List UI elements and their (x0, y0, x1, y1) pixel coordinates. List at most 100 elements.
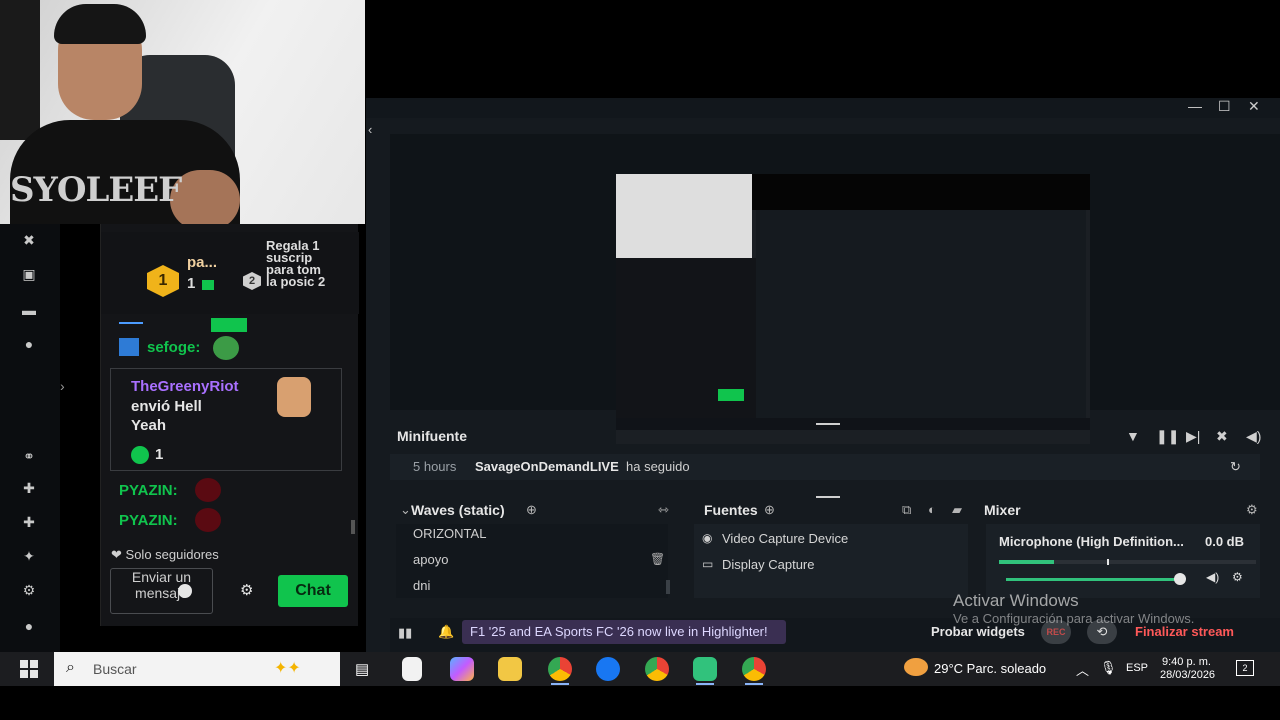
minifuente-header: Minifuente ▼ ❚❚ ▶| ✖ ◀) (390, 418, 1280, 454)
sparkle-icon[interactable]: ✦ (21, 548, 37, 564)
rank-badge-gold: 1 (147, 265, 179, 297)
mixer-item-settings-icon[interactable]: ⚙ (1232, 570, 1243, 584)
preview-webcam (616, 174, 752, 258)
minimize-icon[interactable]: — (1188, 98, 1202, 114)
chat-settings-icon[interactable]: ⚙ (240, 581, 253, 599)
mixer-settings-icon[interactable]: ⚙ (1246, 502, 1258, 518)
pause-icon[interactable]: ❚❚ (1156, 428, 1179, 445)
volume-slider-handle[interactable] (1174, 573, 1186, 585)
gamepad-icon[interactable]: ✚ (21, 480, 37, 496)
store-icon[interactable]: ▣ (21, 266, 37, 282)
folder-icon[interactable]: ▰ (952, 502, 962, 518)
notepad-icon[interactable] (402, 657, 422, 681)
link-icon[interactable]: ⚭ (21, 448, 37, 464)
filter-icon[interactable]: ▼ (1126, 428, 1140, 444)
minifuente-title: Minifuente (397, 428, 467, 444)
notification-bell-icon[interactable]: 🔔 (438, 624, 454, 640)
weather-icon[interactable] (904, 658, 928, 676)
scene-item[interactable]: dni (413, 578, 430, 593)
chevron-right-icon[interactable]: › (60, 378, 72, 394)
chat-scrollbar[interactable] (351, 520, 355, 534)
scene-item[interactable]: ORIZONTAL (413, 526, 486, 541)
tools-icon[interactable]: ✖ (21, 232, 37, 248)
facebook-icon[interactable] (596, 657, 620, 681)
monitor-icon: ▭ (702, 557, 714, 571)
scene-item[interactable]: apoyo (413, 552, 448, 567)
language-indicator[interactable]: ESP (1126, 662, 1148, 674)
skip-icon[interactable]: ▶| (1186, 428, 1200, 445)
source-group-icon[interactable]: ⧉ (902, 502, 911, 518)
stream-preview (616, 174, 1090, 444)
replay-event-icon[interactable]: ↻ (1230, 459, 1241, 475)
mixer-panel: Microphone (High Definition... 0.0 dB ◀)… (986, 524, 1260, 598)
maximize-icon[interactable]: ☐ (1218, 98, 1231, 115)
volume-icon[interactable]: ◀) (1246, 428, 1261, 445)
windows-taskbar: ⌕ Buscar ✦✦ ▤ 29°C Parc. soleado ︿ 🎙 ESP… (0, 652, 1280, 686)
dock-handle[interactable] (816, 496, 840, 498)
demon-emote-icon (195, 508, 221, 532)
tray-chevron-icon[interactable]: ︿ (1076, 660, 1089, 679)
chrome-profile-icon[interactable] (548, 657, 572, 681)
overlay-icon[interactable]: ▬ (21, 302, 37, 318)
preview-black-bar (752, 174, 1090, 210)
file-explorer-icon[interactable] (498, 657, 522, 681)
kick-icon (131, 446, 149, 464)
profile-icon[interactable]: ● (21, 618, 37, 634)
highlighter-banner[interactable]: F1 '25 and EA Sports FC '26 now live in … (462, 620, 786, 644)
search-highlight-icon: ✦✦ (274, 660, 301, 677)
controller-icon[interactable]: ✚ (21, 514, 37, 530)
stats-icon[interactable]: ▮▮ (398, 625, 412, 641)
emote-green (211, 318, 247, 332)
background-person (0, 0, 40, 140)
clock-time[interactable]: 9:40 p. m. (1162, 656, 1211, 668)
event-user[interactable]: SavageOnDemandLIVE (475, 459, 619, 474)
audio-peak (1107, 559, 1109, 565)
chrome-icon[interactable] (645, 657, 669, 681)
streamlabs-icon[interactable] (693, 657, 717, 681)
mute-alerts-icon[interactable]: ✖ (1216, 428, 1228, 445)
record-icon[interactable]: ● (21, 336, 37, 352)
speaker-icon[interactable]: ◀) (1206, 570, 1219, 584)
chrome-icon[interactable] (742, 657, 766, 681)
scenes-title[interactable]: Waves (static) (411, 502, 505, 518)
add-scene-icon[interactable]: ⊕ (526, 502, 537, 518)
windows-start-icon[interactable] (20, 660, 38, 678)
scenes-scrollbar[interactable] (666, 580, 670, 594)
weather-text[interactable]: 29°C Parc. soleado (934, 661, 1046, 676)
chat-username[interactable]: sefoge: (147, 339, 200, 356)
end-stream-button[interactable]: Finalizar stream (1135, 624, 1234, 639)
source-hide-icon[interactable]: ◐ (928, 502, 936, 517)
camera-icon: ◉ (702, 531, 713, 545)
microphone-icon[interactable]: 🎙 (1100, 660, 1117, 676)
preview-area (390, 134, 1280, 444)
webcam-overlay: SYOLEEF (0, 0, 365, 224)
gift-line-1: envió Hell (131, 398, 202, 415)
test-widgets-button[interactable]: Probar widgets (931, 624, 1025, 639)
source-item[interactable]: Video Capture Device (722, 531, 848, 546)
scene-transition-icon[interactable]: ⇿ (658, 502, 669, 518)
chat-username[interactable]: PYAZIN: (119, 512, 178, 529)
followers-only-label: ❤ Solo seguidores (111, 547, 219, 563)
notification-center-icon[interactable]: 2 (1236, 660, 1254, 676)
rock-hand-icon (277, 377, 311, 417)
gift-sender[interactable]: TheGreenyRiot (131, 378, 239, 395)
delete-icon[interactable]: 🗑 (650, 552, 665, 566)
chat-username[interactable]: PYAZIN: (119, 482, 178, 499)
copilot-icon[interactable] (450, 657, 474, 681)
collapse-chevron-icon[interactable]: ‹ (368, 122, 372, 137)
task-view-icon[interactable]: ▤ (355, 660, 369, 678)
chat-message-input[interactable]: Enviar un mensaje (110, 568, 213, 614)
clock-date[interactable]: 28/03/2026 (1160, 669, 1215, 681)
settings-icon[interactable]: ⚙ (21, 582, 37, 598)
volume-slider-track[interactable] (1006, 578, 1180, 581)
chat-send-button[interactable]: Chat (278, 575, 348, 607)
close-icon[interactable]: ✕ (1248, 98, 1260, 115)
chevron-down-icon[interactable]: ⌄ (400, 502, 411, 518)
activate-windows-subtitle: Ve a Configuración para activar Windows. (953, 611, 1195, 626)
leaderboard: 1 pa... 1 2 Regala 1 suscrip para tom la… (101, 232, 359, 314)
taskbar-search[interactable]: ⌕ Buscar ✦✦ (54, 652, 340, 686)
source-item[interactable]: Display Capture (722, 557, 815, 572)
emoji-icon[interactable] (178, 584, 192, 598)
add-source-icon[interactable]: ⊕ (764, 502, 775, 518)
preview-app (756, 210, 1086, 430)
